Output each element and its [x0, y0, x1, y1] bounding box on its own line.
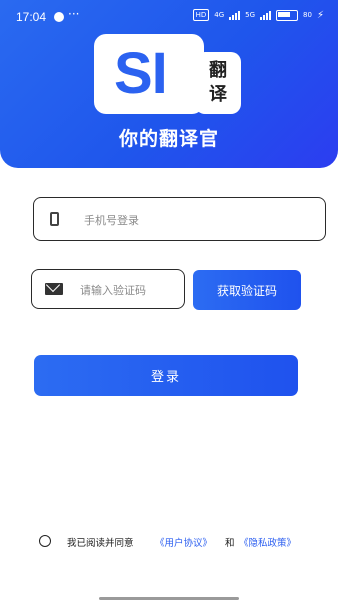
home-indicator[interactable]: [99, 597, 239, 600]
phone-input[interactable]: [82, 210, 306, 230]
battery-icon: [276, 9, 299, 21]
code-input[interactable]: [78, 280, 182, 300]
phone-icon: [50, 212, 59, 226]
phone-field[interactable]: [33, 197, 326, 241]
logo-tag: 翻 译: [195, 52, 241, 114]
status-time: 17:04: [16, 10, 47, 24]
hd-badge: HD: [192, 9, 210, 21]
charging-icon: ⚡: [316, 9, 324, 21]
agreement-row: 我已阅读并同意 《用户协议》 和 《隐私政策》: [39, 534, 329, 552]
app-logo: SI: [94, 34, 204, 114]
code-field[interactable]: [31, 269, 185, 309]
network-2-label: 5G: [245, 11, 256, 19]
agreement-text: 我已阅读并同意: [67, 538, 134, 549]
user-agreement-link[interactable]: 《用户协议》: [155, 535, 212, 549]
privacy-policy-link[interactable]: 《隐私政策》: [239, 535, 296, 549]
logo-tag-line1: 翻: [209, 60, 227, 81]
network-1-label: 4G: [214, 11, 225, 19]
status-icons: HD 4G 5G 80 ⚡: [192, 9, 324, 21]
battery-level: 80: [303, 11, 312, 19]
signal-1-icon: [229, 10, 241, 20]
agreement-and: 和: [225, 538, 235, 549]
status-more: ···: [68, 7, 80, 21]
header-banner: 17:04 ··· HD 4G 5G 80 ⚡ SI 翻 译 你的翻译官: [0, 0, 338, 168]
mail-icon: [45, 283, 63, 295]
agreement-radio[interactable]: [39, 535, 51, 547]
signal-2-icon: [260, 10, 272, 20]
logo-tag-line2: 译: [209, 84, 227, 105]
get-code-button[interactable]: 获取验证码: [193, 270, 301, 310]
login-button[interactable]: 登录: [34, 355, 298, 396]
status-bar: 17:04 ··· HD 4G 5G 80 ⚡: [0, 0, 338, 34]
logo-text: SI: [114, 41, 168, 106]
status-dot-icon: [54, 12, 64, 22]
slogan: 你的翻译官: [118, 128, 219, 150]
